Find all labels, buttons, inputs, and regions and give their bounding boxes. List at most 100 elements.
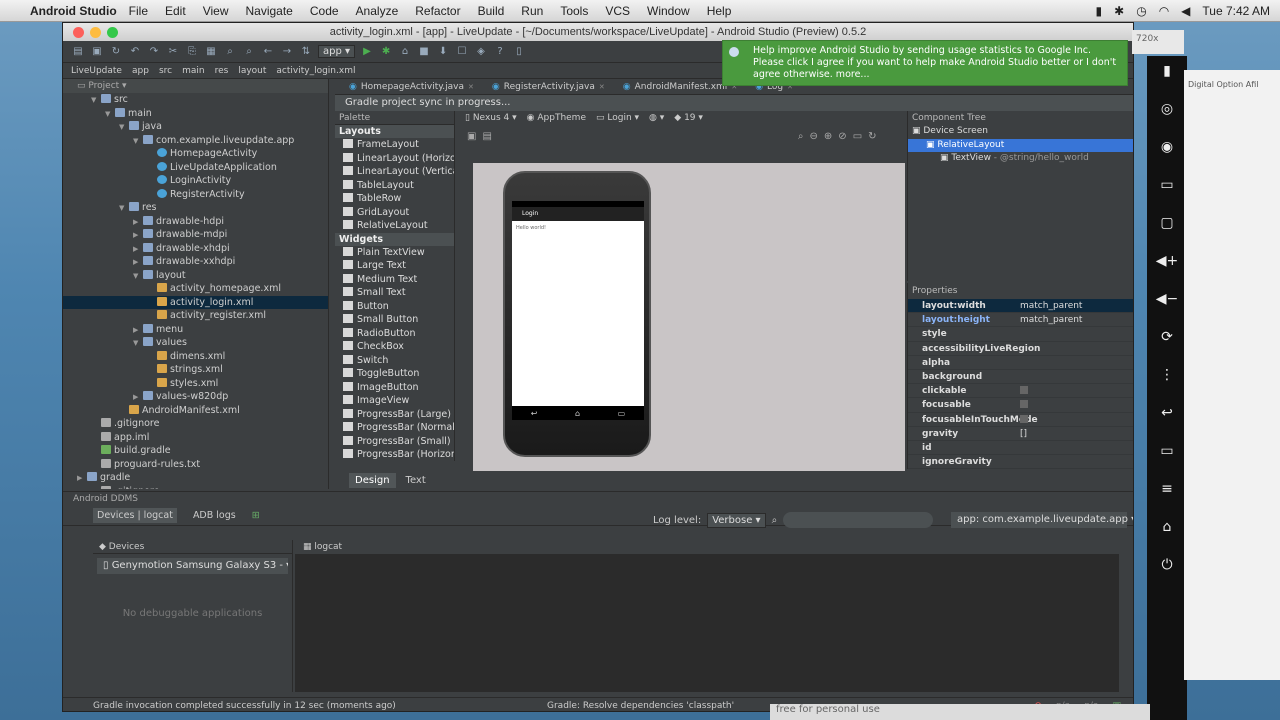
expand-icon[interactable]: ▶ [133,256,143,270]
api-selector[interactable]: ◆ 19 ▾ [674,113,703,123]
cut-icon[interactable]: ✂ [166,45,180,59]
property-value[interactable]: match_parent [1016,299,1133,312]
component-tree-item[interactable]: ▣ TextView - @string/hello_world [908,152,1133,166]
open-icon[interactable]: ▤ [71,45,85,59]
breadcrumb-item[interactable]: activity_login.xml [276,66,355,76]
tree-item[interactable]: ▼ com.example.liveupdate.app [63,134,328,148]
notification-icon[interactable]: ▮ [1096,4,1103,18]
breadcrumb-item[interactable]: src [159,66,172,76]
menubar-app-name[interactable]: Android Studio [30,4,117,18]
checkbox[interactable] [1020,386,1028,395]
menu-vcs[interactable]: VCS [605,4,630,18]
property-value[interactable] [1016,413,1133,426]
checkbox[interactable] [1020,414,1028,423]
tree-item[interactable]: RegisterActivity [63,188,328,202]
tree-item[interactable]: .gitignore [63,485,328,489]
menu-edit[interactable]: Edit [165,4,186,18]
palette-item[interactable]: FrameLayout [335,138,454,152]
forward-icon[interactable]: → [280,45,294,59]
tree-item[interactable]: ▼ values [63,336,328,350]
property-value[interactable] [1016,356,1133,369]
debug-icon[interactable]: ✱ [379,45,393,59]
expand-icon[interactable]: ▶ [133,391,143,405]
project-pane-header[interactable]: ▭ Project ▾ [63,79,328,93]
expand-icon[interactable]: ▼ [105,108,115,122]
tree-item[interactable]: app.iml [63,431,328,445]
expand-icon[interactable]: ▼ [119,121,129,135]
expand-icon[interactable]: ▼ [119,202,129,216]
property-value[interactable] [1016,398,1133,411]
property-value[interactable] [1016,327,1133,340]
tree-item[interactable]: .gitignore [63,417,328,431]
palette-item[interactable]: RelativeLayout [335,219,454,233]
property-value[interactable] [1016,384,1133,397]
property-row[interactable]: accessibilityLiveRegion [908,342,1133,356]
zoom-fit-icon[interactable]: ▣ [467,131,476,142]
zoom-reset-icon[interactable]: ⊘ [838,131,846,142]
menu-refactor[interactable]: Refactor [415,4,460,18]
expand-icon[interactable]: ▼ [133,337,143,351]
palette-item[interactable]: Button [335,300,454,314]
palette-item[interactable]: LinearLayout (Horizonta [335,152,454,166]
time-machine-icon[interactable]: ◷ [1136,4,1146,18]
tab-adb-logs[interactable]: ADB logs [189,508,240,523]
android-monitor-icon[interactable]: ◈ [474,45,488,59]
zoom-actual-icon[interactable]: ▤ [482,131,491,142]
palette-item[interactable]: ProgressBar (Horizonta [335,448,454,461]
palette-item[interactable]: ProgressBar (Normal) [335,421,454,435]
usage-stats-notification[interactable]: Help improve Android Studio by sending u… [722,40,1128,86]
palette-item[interactable]: TableLayout [335,179,454,193]
clock-text[interactable]: Tue 7:42 AM [1202,4,1270,18]
tab-text[interactable]: Text [400,473,432,488]
bluetooth-icon[interactable]: ✱ [1114,4,1124,18]
theme-selector[interactable]: ◉ AppTheme [527,113,586,123]
palette-item[interactable]: ToggleButton [335,367,454,381]
menu-analyze[interactable]: Analyze [356,4,399,18]
breadcrumb-item[interactable]: layout [238,66,266,76]
tree-item[interactable]: build.gradle [63,444,328,458]
tab-design[interactable]: Design [349,472,396,488]
home-icon[interactable]: ⌂ [1154,516,1180,538]
run-icon[interactable]: ▶ [360,45,374,59]
tree-item[interactable]: activity_login.xml [63,295,328,309]
camera-icon[interactable]: ◉ [1154,136,1180,158]
palette-group[interactable]: Layouts [335,125,454,138]
tree-item[interactable]: ▼ main [63,107,328,121]
tree-item[interactable]: ▶ gradle [63,471,328,485]
expand-icon[interactable]: ▶ [133,229,143,243]
property-value[interactable]: match_parent [1016,313,1133,326]
breadcrumb-item[interactable]: res [215,66,229,76]
checkbox[interactable] [1020,400,1028,409]
tree-item[interactable]: LoginActivity [63,174,328,188]
property-value[interactable]: [] [1016,427,1133,440]
property-row[interactable]: style [908,327,1133,342]
expand-icon[interactable]: ▶ [133,216,143,230]
tree-item[interactable]: ▼ java [63,120,328,134]
menu-code[interactable]: Code [310,4,339,18]
attach-debugger-icon[interactable]: ⌂ [398,45,412,59]
close-tab-icon[interactable]: ✕ [599,83,605,91]
help-icon[interactable]: ? [493,45,507,59]
locale-icon[interactable]: ◍ ▾ [649,113,664,123]
palette-item[interactable]: GridLayout [335,206,454,220]
palette-item[interactable]: Large Text [335,259,454,273]
menu-view[interactable]: View [203,4,229,18]
tree-item[interactable]: ▼ src [63,93,328,107]
back-icon[interactable]: ← [261,45,275,59]
device-screen[interactable]: Login Hello world! [512,201,644,419]
palette-item[interactable]: ImageView [335,394,454,408]
refresh-icon[interactable]: ↻ [868,131,876,142]
property-value[interactable] [1016,455,1133,468]
menu-file[interactable]: File [129,4,148,18]
palette-item[interactable]: Plain TextView [335,246,454,260]
palette-item[interactable]: ProgressBar (Large) [335,408,454,422]
log-level-select[interactable]: Verbose ▾ [707,512,766,528]
wifi-icon[interactable]: ◠ [1159,4,1169,18]
tree-item[interactable]: ▶ drawable-hdpi [63,215,328,229]
breadcrumb-item[interactable]: main [182,66,205,76]
make-project-icon[interactable]: ⇅ [299,45,313,59]
property-value[interactable] [1016,441,1133,454]
tree-item[interactable]: ▶ drawable-mdpi [63,228,328,242]
tree-item[interactable]: proguard-rules.txt [63,458,328,472]
palette-item[interactable]: Switch [335,354,454,368]
